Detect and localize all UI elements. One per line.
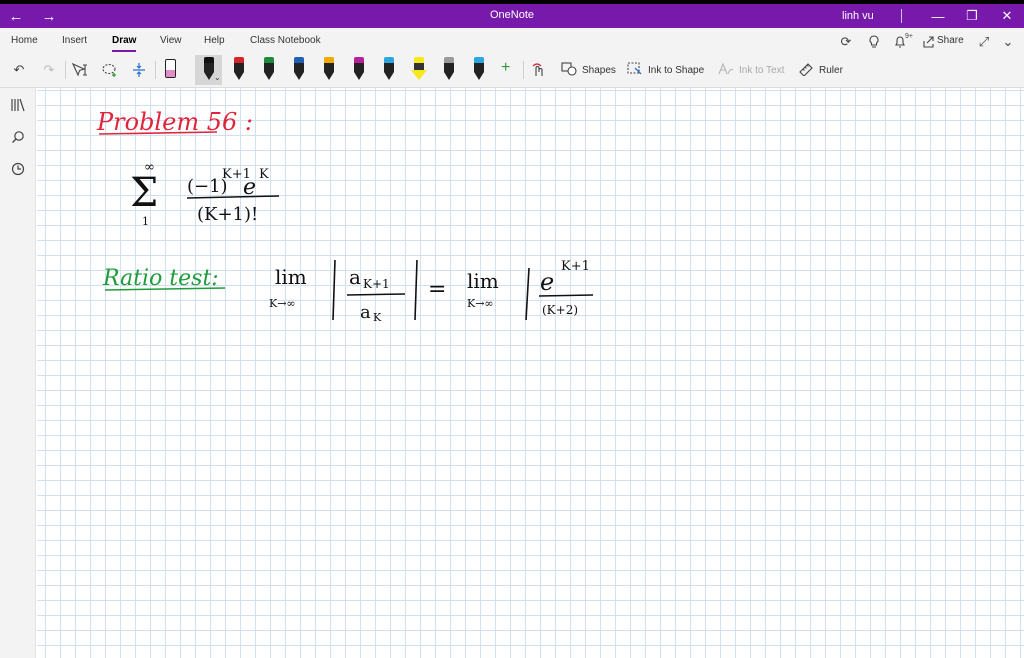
sync-icon[interactable]: ⟳: [838, 34, 854, 50]
ink-to-text-label: Ink to Text: [739, 64, 785, 76]
titlebar-divider: [901, 9, 902, 23]
ruler-label: Ruler: [819, 64, 843, 76]
handwriting-layer: Problem 56 : Σ ∞ 1 (−1) K+1 e K (K+1)! R…: [96, 108, 594, 324]
ratio-denominator-subscript: K: [373, 311, 382, 324]
undo-button[interactable]: ↶: [9, 57, 29, 83]
ruler-icon: [798, 62, 816, 79]
tab-draw[interactable]: Draw: [112, 35, 136, 46]
onenote-window: ← → OneNote linh vu — ❐ ✕ Home Insert Dr…: [0, 4, 1024, 658]
tab-view[interactable]: View: [160, 35, 182, 46]
pen-light-blue[interactable]: [473, 57, 485, 81]
shapes-icon: [561, 61, 579, 79]
notification-count: 9+: [905, 33, 913, 40]
highlighter-yellow[interactable]: [411, 57, 427, 81]
pen-magenta[interactable]: [353, 57, 365, 81]
eraser-tip: [166, 70, 175, 77]
lasso-select-button[interactable]: [100, 57, 120, 83]
title-bar: ← → OneNote linh vu — ❐ ✕: [0, 4, 1024, 28]
limit-1: lim: [275, 265, 307, 289]
share-button[interactable]: Share: [937, 35, 964, 46]
ink-to-text-icon: [718, 62, 736, 79]
sum-upper-limit: ∞: [144, 160, 155, 175]
ratio-fraction-bar: [346, 293, 406, 296]
undo-icon: ↶: [13, 62, 25, 77]
search-icon[interactable]: [9, 128, 27, 146]
equals-sign: =: [428, 277, 446, 302]
abs-bar-left: [332, 259, 336, 321]
chevron-down-icon[interactable]: ⌄: [214, 73, 221, 82]
sum-symbol: Σ: [130, 170, 158, 216]
series-denominator: (K+1)!: [197, 204, 258, 225]
select-objects-button[interactable]: [70, 57, 90, 83]
tab-insert[interactable]: Insert: [62, 35, 87, 46]
ratio-denominator: a: [360, 302, 371, 323]
touch-draw-icon: [532, 63, 543, 76]
shapes-button[interactable]: Shapes: [561, 60, 616, 80]
ribbon-divider: [65, 61, 66, 79]
touch-draw-button[interactable]: [529, 57, 549, 83]
minimize-icon: —: [931, 8, 945, 24]
limit-2: lim: [467, 269, 499, 293]
ratio-numerator: a: [349, 265, 361, 289]
ribbon: Home Insert Draw View Help Class Noteboo…: [0, 28, 1024, 88]
ink-to-shape-button[interactable]: Ink to Shape: [627, 60, 704, 80]
pencil-gray[interactable]: [443, 57, 455, 81]
share-icon[interactable]: [921, 34, 937, 50]
ribbon-divider: [155, 61, 156, 79]
add-pen-button[interactable]: +: [501, 59, 510, 77]
add-space-button[interactable]: [129, 57, 149, 83]
limit-1-subscript: K→∞: [269, 297, 296, 310]
rhs-numerator-exponent: K+1: [561, 259, 590, 274]
redo-icon: ↷: [43, 62, 55, 77]
pen-red[interactable]: [233, 57, 245, 81]
notebooks-icon[interactable]: [9, 96, 27, 114]
pen-orange[interactable]: [323, 57, 335, 81]
cursor-text-icon: [71, 62, 87, 77]
minimize-button[interactable]: —: [925, 6, 951, 26]
ratio-test-heading: Ratio test:: [102, 266, 219, 291]
ink-to-text-button[interactable]: Ink to Text: [718, 60, 784, 80]
ink-to-shape-label: Ink to Shape: [648, 64, 705, 76]
eraser-tool[interactable]: [164, 57, 176, 81]
rhs-fraction-bar: [538, 294, 594, 297]
user-name[interactable]: linh vu: [842, 10, 874, 22]
sum-lower-limit: 1: [142, 215, 149, 228]
abs-bar-left-2: [525, 267, 530, 321]
pen-blue[interactable]: [293, 57, 305, 81]
abs-bar-right: [414, 259, 418, 321]
pen-green[interactable]: [263, 57, 275, 81]
chevron-down-icon[interactable]: ⌄: [1000, 34, 1016, 50]
limit-2-subscript: K→∞: [467, 297, 494, 310]
ratio-numerator-subscript: K+1: [363, 277, 390, 291]
tab-class-notebook[interactable]: Class Notebook: [250, 35, 321, 46]
problem-heading: Problem 56 :: [96, 108, 253, 136]
recent-notes-icon[interactable]: [9, 160, 27, 178]
tab-help[interactable]: Help: [204, 35, 225, 46]
ribbon-divider: [523, 61, 524, 79]
lasso-icon: [102, 63, 116, 77]
close-button[interactable]: ✕: [994, 6, 1020, 26]
restore-button[interactable]: ❐: [959, 6, 985, 26]
ruler-button[interactable]: Ruler: [798, 60, 843, 80]
add-space-icon: [133, 63, 145, 77]
close-icon: ✕: [1001, 8, 1013, 23]
lightbulb-icon[interactable]: [866, 34, 882, 50]
redo-button[interactable]: ↷: [39, 57, 59, 83]
shapes-label: Shapes: [582, 64, 616, 76]
restore-icon: ❐: [966, 8, 978, 23]
expand-icon[interactable]: ⤢: [976, 34, 992, 50]
series-numerator-e-exponent: K: [259, 167, 269, 182]
tab-home[interactable]: Home: [11, 35, 38, 46]
active-tab-indicator: [112, 50, 136, 52]
ink-to-shape-icon: [627, 61, 645, 79]
left-nav-bar: [0, 88, 36, 658]
note-canvas[interactable]: Problem 56 : Σ ∞ 1 (−1) K+1 e K (K+1)! R…: [37, 88, 1024, 658]
rhs-numerator-e: e: [540, 268, 554, 296]
rhs-denominator: (K+2): [542, 303, 578, 317]
pen-cyan[interactable]: [383, 57, 395, 81]
